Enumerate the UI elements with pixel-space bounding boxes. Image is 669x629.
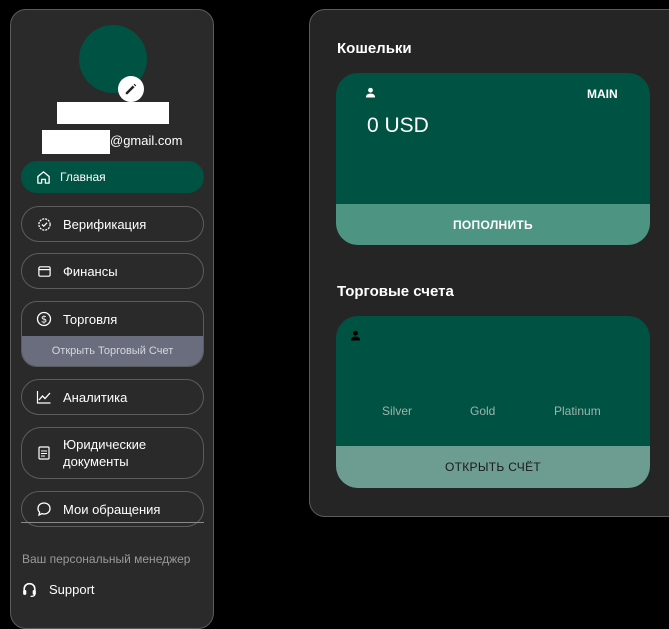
personal-manager-title: Ваш персональный менеджер xyxy=(22,552,191,566)
svg-text:$: $ xyxy=(41,315,47,326)
trading-header[interactable]: $ Торговля xyxy=(22,302,203,336)
trading-account-card: Silver Gold Platinum ОТКРЫТЬ СЧЁТ xyxy=(336,316,650,488)
sidebar-item-label: Торговля xyxy=(63,311,118,327)
open-trading-account-link[interactable]: Открыть Торговый Счет xyxy=(22,336,203,366)
dollar-circle-icon: $ xyxy=(35,310,53,328)
sidebar-item-home[interactable]: Главная xyxy=(21,161,204,193)
tier-silver[interactable]: Silver xyxy=(382,404,412,418)
sidebar-item-verification[interactable]: Верификация xyxy=(21,206,204,242)
badge-check-icon xyxy=(35,215,53,233)
headset-icon xyxy=(21,580,39,598)
open-account-button[interactable]: ОТКРЫТЬ СЧЁТ xyxy=(336,446,650,488)
tier-gold[interactable]: Gold xyxy=(470,404,495,418)
user-email: @gmail.com xyxy=(110,133,183,148)
sidebar-item-trading[interactable]: $ Торговля Открыть Торговый Счет xyxy=(21,301,204,367)
sidebar-item-label: Мои обращения xyxy=(63,501,161,517)
tier-platinum[interactable]: Platinum xyxy=(554,404,601,418)
support-link[interactable]: Support xyxy=(21,580,95,598)
main-panel: Кошельки MAIN 0 USD ПОПОЛНИТЬ Торговые с… xyxy=(309,9,669,517)
trading-accounts-title: Торговые счета xyxy=(337,283,454,300)
edit-avatar-button[interactable] xyxy=(118,76,144,102)
pencil-icon xyxy=(125,83,137,95)
sidebar-item-finance[interactable]: Финансы xyxy=(21,253,204,289)
sidebar: @gmail.com Главная Верификация Финансы $… xyxy=(10,9,214,629)
user-icon xyxy=(350,328,361,346)
sidebar-item-label: Аналитика xyxy=(63,389,128,405)
sidebar-item-label: Финансы xyxy=(63,263,118,279)
home-icon xyxy=(34,168,52,186)
deposit-button[interactable]: ПОПОЛНИТЬ xyxy=(336,204,650,245)
document-icon xyxy=(35,444,53,462)
chat-bubble-icon xyxy=(35,500,53,518)
wallet-card: MAIN 0 USD ПОПОЛНИТЬ xyxy=(336,73,650,245)
sidebar-item-label: Верификация xyxy=(63,216,147,232)
wallet-main-badge: MAIN xyxy=(587,87,618,101)
sidebar-item-analytics[interactable]: Аналитика xyxy=(21,379,204,415)
wallet-balance: 0 USD xyxy=(367,114,429,137)
wallet-icon xyxy=(35,262,53,280)
email-redacted xyxy=(42,130,110,154)
chart-line-icon xyxy=(35,388,53,406)
user-icon xyxy=(365,85,376,103)
sidebar-item-label: Юридические документы xyxy=(63,437,147,469)
user-name-redacted xyxy=(57,102,169,124)
wallets-title: Кошельки xyxy=(337,40,412,57)
sidebar-item-legal-documents[interactable]: Юридические документы xyxy=(21,427,204,479)
sidebar-item-label: Главная xyxy=(60,170,106,184)
sidebar-divider xyxy=(21,522,204,523)
support-label: Support xyxy=(49,581,95,597)
